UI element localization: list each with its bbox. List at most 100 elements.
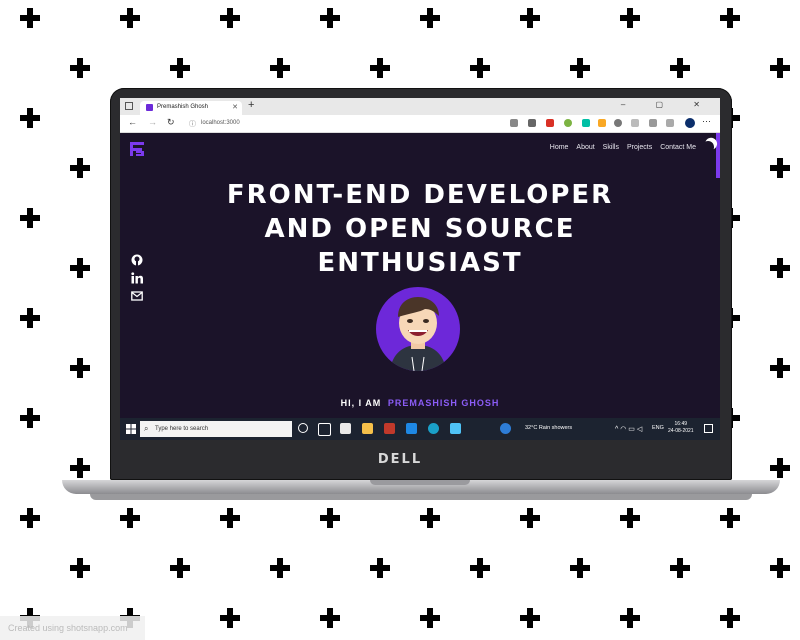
reload-button[interactable]: ↻: [167, 117, 175, 128]
window-controls[interactable]: – ▢ ✕: [621, 100, 714, 109]
extension-icon[interactable]: [614, 119, 622, 127]
windows-taskbar: ⌕ Type here to search 32°C Rain showers …: [120, 418, 720, 440]
social-links: [131, 254, 143, 308]
plus-pattern-mark: [770, 58, 790, 78]
plus-pattern-mark: [20, 8, 40, 28]
plus-pattern-mark: [470, 558, 490, 578]
plus-pattern-mark: [520, 8, 540, 28]
file-explorer-icon[interactable]: [362, 423, 373, 434]
plus-pattern-mark: [620, 8, 640, 28]
plus-pattern-mark: [420, 608, 440, 628]
weather-widget[interactable]: 32°C Rain showers: [525, 425, 572, 431]
plus-pattern-mark: [70, 558, 90, 578]
extension-icon[interactable]: [631, 119, 639, 127]
notification-icon[interactable]: [704, 424, 713, 433]
plus-pattern-mark: [720, 508, 740, 528]
browser-tab[interactable]: Premashish Ghosh ✕: [140, 101, 242, 115]
plus-pattern-mark: [770, 258, 790, 278]
scrollbar[interactable]: [716, 133, 720, 178]
plus-pattern-mark: [20, 108, 40, 128]
github-icon[interactable]: [131, 254, 143, 272]
search-placeholder: Type here to search: [155, 426, 209, 432]
tab-actions-icon[interactable]: [125, 102, 133, 110]
profile-avatar[interactable]: [685, 118, 695, 128]
portfolio-page: Home About Skills Projects Contact Me Fr…: [120, 133, 720, 418]
extension-icon[interactable]: [528, 119, 536, 127]
extension-icon[interactable]: [564, 119, 572, 127]
laptop-shadow: [90, 494, 752, 500]
plus-pattern-mark: [770, 158, 790, 178]
collections-icon[interactable]: [666, 119, 674, 127]
plus-pattern-mark: [20, 208, 40, 228]
store-icon[interactable]: [340, 423, 351, 434]
dell-logo: DELL: [377, 452, 423, 467]
system-tray-icons[interactable]: ^ ◠ ▭ ◁: [615, 425, 642, 433]
hero-headline: Front-End Developer and Open Source Enth…: [120, 178, 720, 280]
photos-icon[interactable]: [450, 423, 461, 434]
email-icon[interactable]: [131, 290, 143, 308]
app-icon[interactable]: [500, 423, 511, 434]
plus-pattern-mark: [70, 158, 90, 178]
forward-button[interactable]: →: [148, 117, 157, 127]
task-view-icon[interactable]: [318, 423, 331, 436]
extension-icon[interactable]: [598, 119, 606, 127]
back-button[interactable]: ←: [128, 117, 137, 127]
headline-line: and Open Source: [264, 214, 576, 244]
plus-pattern-mark: [570, 58, 590, 78]
clock-date: 24-08-2021: [668, 428, 694, 434]
plus-pattern-mark: [120, 8, 140, 28]
address-text: localhost:3000: [201, 120, 240, 126]
plus-pattern-mark: [370, 558, 390, 578]
app-icon[interactable]: [384, 423, 395, 434]
edge-icon[interactable]: [428, 423, 439, 434]
plus-pattern-mark: [570, 558, 590, 578]
theme-toggle-moon-icon[interactable]: [700, 139, 715, 154]
favorites-icon[interactable]: [649, 119, 657, 127]
plus-pattern-mark: [670, 558, 690, 578]
tab-close-icon[interactable]: ✕: [232, 103, 238, 111]
language-indicator[interactable]: ENG: [652, 425, 664, 431]
plus-pattern-mark: [170, 58, 190, 78]
nav-projects[interactable]: Projects: [627, 144, 652, 151]
plus-pattern-mark: [670, 58, 690, 78]
plus-pattern-mark: [20, 508, 40, 528]
nav-contact[interactable]: Contact Me: [660, 144, 696, 151]
laptop-screen: Premashish Ghosh ✕ + – ▢ ✕ ← → ↻ ⓘ local…: [120, 98, 720, 440]
plus-pattern-mark: [220, 8, 240, 28]
plus-pattern-mark: [770, 558, 790, 578]
plus-pattern-mark: [270, 58, 290, 78]
vscode-icon[interactable]: [406, 423, 417, 434]
site-logo-icon[interactable]: [128, 140, 146, 158]
plus-pattern-mark: [620, 608, 640, 628]
plus-pattern-mark: [770, 358, 790, 378]
address-bar[interactable]: ⓘ localhost:3000: [183, 118, 483, 129]
nav-skills[interactable]: Skills: [603, 144, 619, 151]
nav-about[interactable]: About: [576, 144, 594, 151]
plus-pattern-mark: [420, 8, 440, 28]
profile-avatar-illustration: [376, 287, 460, 371]
developer-name: PREMASHISH GHOSH: [387, 398, 500, 408]
plus-pattern-mark: [320, 508, 340, 528]
plus-pattern-mark: [70, 258, 90, 278]
site-favicon-icon: [146, 104, 153, 111]
plus-pattern-mark: [70, 358, 90, 378]
nav-home[interactable]: Home: [550, 144, 569, 151]
new-tab-button[interactable]: +: [248, 99, 254, 111]
menu-icon[interactable]: ⋯: [702, 116, 711, 127]
plus-pattern-mark: [320, 608, 340, 628]
greeting-text: HI, I AM: [340, 398, 382, 408]
taskbar-search-box[interactable]: ⌕ Type here to search: [140, 421, 292, 437]
plus-pattern-mark: [120, 508, 140, 528]
extension-icon[interactable]: [546, 119, 554, 127]
taskbar-clock[interactable]: 16:49 24-08-2021: [668, 421, 694, 435]
headline-line: Enthusiast: [317, 248, 523, 278]
plus-pattern-mark: [220, 608, 240, 628]
windows-start-icon[interactable]: [126, 424, 136, 434]
plus-pattern-mark: [620, 508, 640, 528]
extension-icon[interactable]: [582, 119, 590, 127]
cortana-icon[interactable]: [298, 423, 308, 433]
extension-icon[interactable]: [510, 119, 518, 127]
plus-pattern-mark: [370, 58, 390, 78]
linkedin-icon[interactable]: [131, 272, 143, 290]
search-icon: ⌕: [144, 424, 149, 433]
